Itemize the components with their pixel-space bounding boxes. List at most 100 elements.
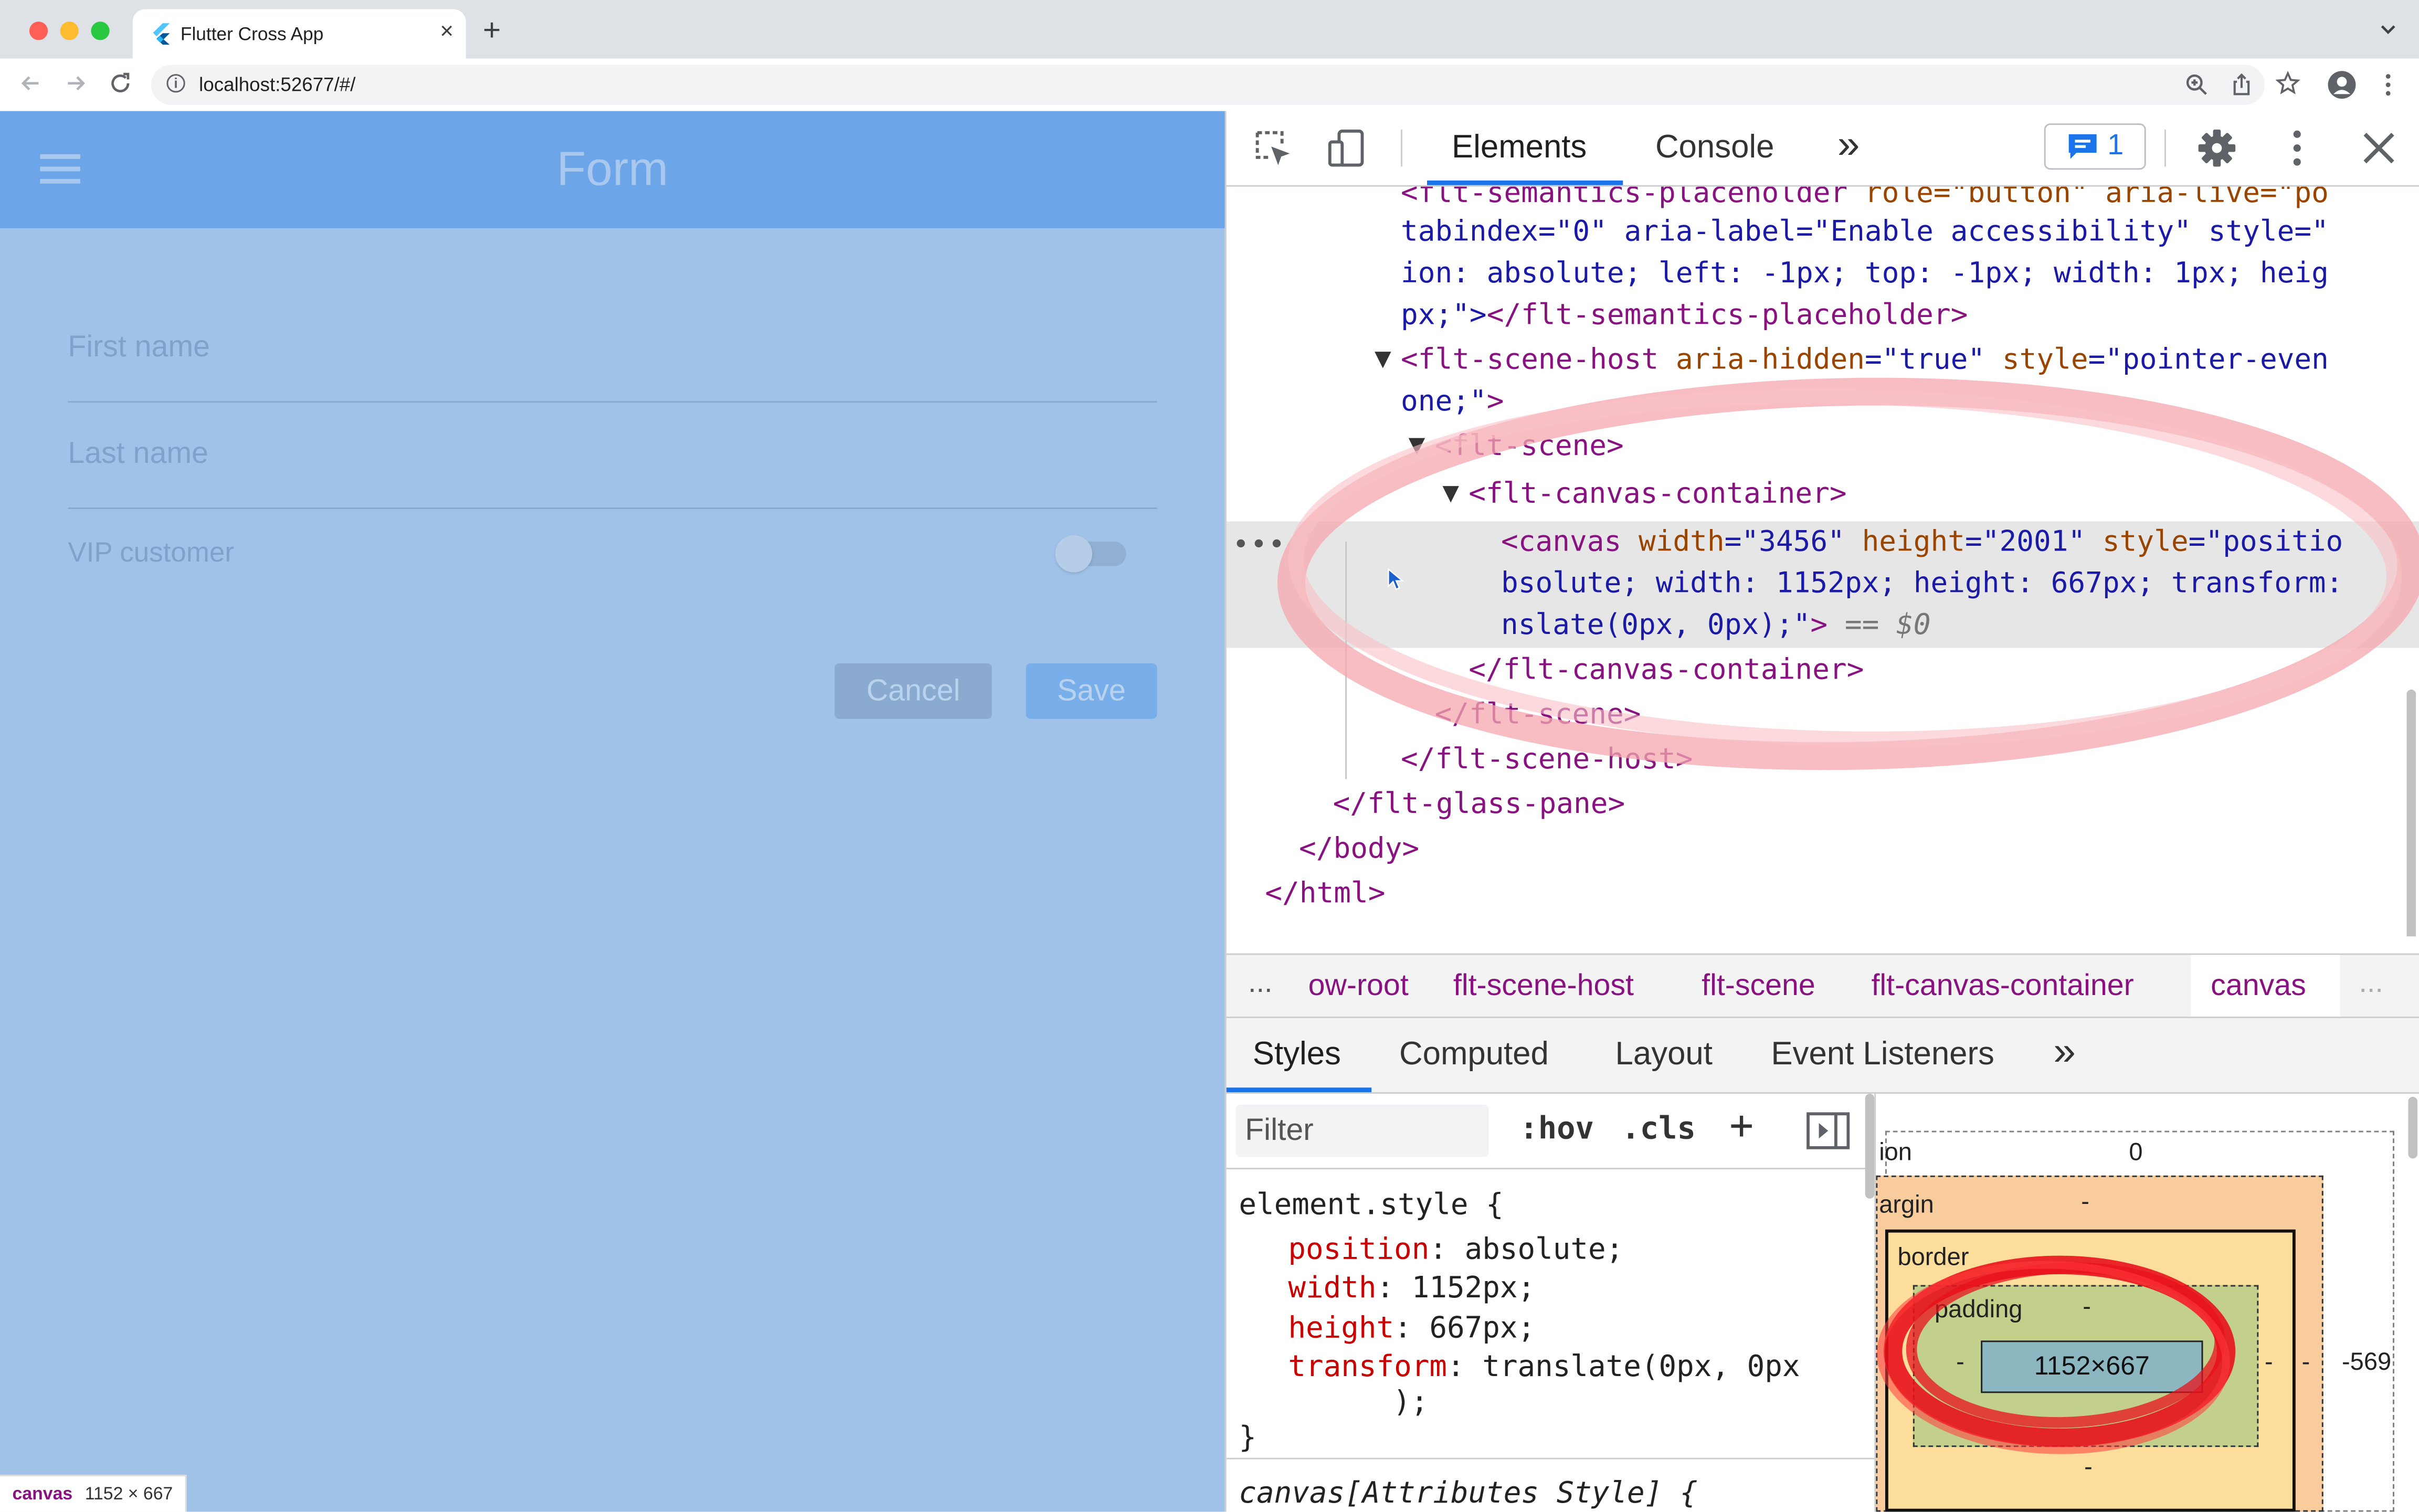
minimize-window-button[interactable] (60, 22, 79, 40)
dom-node-close-scene-host[interactable]: </flt-scene-host> (1401, 744, 1693, 778)
breadcrumb-scroll-left[interactable]: ... (1248, 967, 1273, 1001)
style-property-position[interactable]: position: absolute; (1288, 1231, 1623, 1270)
breadcrumb-flt-scene[interactable]: flt-scene (1702, 969, 1815, 1005)
chrome-menu-icon[interactable] (2376, 71, 2401, 99)
browser-tabstrip: Flutter Cross App × + (0, 0, 2419, 59)
box-model-margin-value[interactable]: - (2081, 1189, 2089, 1217)
box-model-padding-right[interactable]: - (2265, 1350, 2273, 1378)
new-tab-icon[interactable]: + (483, 15, 501, 46)
first-name-field[interactable]: First name (68, 330, 210, 366)
share-icon[interactable] (2229, 72, 2254, 97)
dom-node-line: tabindex="0" aria-label="Enable accessib… (1400, 216, 2329, 249)
tab-layout[interactable]: Layout (1615, 1037, 1713, 1074)
dom-node-close-glass-pane[interactable]: </flt-glass-pane> (1333, 788, 1625, 822)
styles-subtabs: Styles Computed Layout Event Listeners » (1226, 1018, 2419, 1094)
dom-node-canvas[interactable]: <canvas width="3456" height="2001" style… (1501, 526, 2343, 560)
device-toolbar-icon[interactable] (1325, 126, 1368, 170)
style-property-continuation: ); (1393, 1385, 1429, 1420)
dom-node-line: nslate(0px, 0px);"> == $0 (1501, 609, 1931, 642)
box-model-content-size[interactable]: 1152×667 (1981, 1340, 2203, 1393)
tab-computed[interactable]: Computed (1399, 1037, 1549, 1074)
box-model-border-label: border (1897, 1245, 1969, 1272)
box-model-scrollbar[interactable] (2408, 1096, 2418, 1159)
class-toggle[interactable]: .cls (1621, 1109, 1696, 1146)
devtools-panel: Elements Console » 1 <flt-semantics-plac… (1224, 111, 2419, 1512)
style-property-height[interactable]: height: 667px; (1288, 1310, 1535, 1348)
hover-state-toggle[interactable]: :hov (1519, 1109, 1594, 1146)
zoom-icon[interactable] (2184, 72, 2209, 97)
devtools-menu-icon[interactable] (2276, 126, 2319, 170)
dom-node-close-canvas-container[interactable]: </flt-canvas-container> (1469, 654, 1864, 688)
browser-tab[interactable]: Flutter Cross App × (132, 9, 466, 59)
expand-triangle-icon[interactable]: ▼ (1442, 481, 1459, 506)
dom-node-flt-canvas-container[interactable]: <flt-canvas-container> (1469, 478, 1846, 512)
inspect-element-icon[interactable] (1251, 126, 1294, 170)
flutter-logo-icon (153, 23, 170, 45)
back-arrow-icon[interactable] (18, 71, 43, 96)
more-subtabs-icon[interactable]: » (2053, 1028, 2076, 1075)
dom-node-close-flt-scene[interactable]: </flt-scene> (1435, 699, 1641, 733)
breadcrumb-flt-scene-host[interactable]: flt-scene-host (1453, 969, 1634, 1005)
close-tab-icon[interactable]: × (440, 18, 453, 46)
tab-console[interactable]: Console (1655, 130, 1774, 167)
box-model-border-right[interactable]: - (2302, 1350, 2310, 1378)
app-bar: Form (0, 111, 1225, 229)
bookmark-star-icon[interactable] (2275, 71, 2300, 96)
dom-node-close-body[interactable]: </body> (1299, 833, 1419, 867)
toggle-sidebar-icon[interactable] (1807, 1112, 1850, 1149)
breadcrumb-scroll-right[interactable]: ... (2359, 967, 2383, 1001)
site-info-icon[interactable]: i (166, 74, 185, 93)
tab-elements[interactable]: Elements (1452, 130, 1587, 167)
breadcrumb-canvas[interactable]: canvas (2211, 969, 2306, 1005)
vip-customer-label: VIP customer (68, 536, 234, 568)
close-window-button[interactable] (29, 22, 48, 40)
dom-node-close-html[interactable]: </html> (1265, 878, 1385, 912)
zoom-window-button[interactable] (91, 22, 110, 40)
tab-title: Flutter Cross App (180, 23, 324, 45)
box-model-padding-left[interactable]: - (1956, 1350, 1964, 1378)
box-model-position-right[interactable]: -569 (2342, 1350, 2391, 1378)
last-name-underline (68, 507, 1157, 510)
dom-node-flt-scene-host[interactable]: <flt-scene-host aria-hidden="true" style… (1401, 344, 2329, 378)
node-actions-icon[interactable]: ••• (1233, 529, 1286, 562)
breadcrumb-shadow-root[interactable]: ow-root (1308, 969, 1409, 1005)
tab-event-listeners[interactable]: Event Listeners (1771, 1037, 1994, 1074)
style-property-transform[interactable]: transform: translate(0px, 0px (1288, 1348, 1800, 1387)
dom-node-semantics-placeholder[interactable]: <flt-semantics-placeholder role="button"… (1401, 187, 2329, 212)
forward-arrow-icon[interactable] (64, 71, 88, 96)
box-model-position-value[interactable]: 0 (2129, 1140, 2142, 1168)
tab-styles[interactable]: Styles (1253, 1037, 1341, 1074)
more-tabs-icon[interactable]: » (1837, 120, 1860, 168)
style-rule-close: } (1239, 1421, 1257, 1455)
vip-customer-toggle[interactable] (1055, 535, 1129, 573)
styles-filter-input[interactable]: Filter (1235, 1104, 1489, 1157)
box-model-bottom-value[interactable]: - (2084, 1455, 2093, 1483)
profile-avatar-icon[interactable] (2328, 71, 2356, 99)
close-devtools-icon[interactable] (2357, 126, 2400, 170)
address-bar[interactable]: i localhost:52677/#/ (151, 65, 2265, 105)
last-name-field[interactable]: Last name (68, 437, 208, 472)
url-text[interactable]: localhost:52677/#/ (199, 74, 355, 96)
new-style-rule-icon[interactable]: + (1729, 1103, 1753, 1149)
issues-message-icon (2068, 134, 2097, 159)
breadcrumb-flt-canvas-container[interactable]: flt-canvas-container (1871, 969, 2133, 1005)
settings-gear-icon[interactable] (2195, 126, 2238, 170)
expand-triangle-icon[interactable]: ▼ (1375, 347, 1391, 372)
reload-icon[interactable] (108, 71, 133, 96)
save-button[interactable]: Save (1026, 663, 1157, 719)
dom-node-flt-scene[interactable]: <flt-scene> (1435, 430, 1624, 464)
box-model-padding-value[interactable]: - (2083, 1294, 2091, 1322)
tooltip-tag: canvas (12, 1485, 73, 1504)
dom-tree[interactable]: <flt-semantics-placeholder role="button"… (1226, 187, 2419, 937)
flutter-app-canvas[interactable]: Form First name Last name VIP customer C… (0, 111, 1225, 1512)
dom-vertical-scrollbar[interactable] (2406, 689, 2416, 937)
tab-search-chevron-icon[interactable] (2379, 20, 2397, 38)
dom-node-line: one;"> (1400, 385, 1504, 418)
first-name-underline (68, 401, 1157, 403)
styles-scrollbar[interactable] (1865, 1094, 1875, 1199)
style-property-width[interactable]: width: 1152px; (1288, 1270, 1535, 1308)
cancel-button[interactable]: Cancel (834, 663, 992, 719)
expand-triangle-icon[interactable]: ▼ (1409, 433, 1425, 458)
issues-button[interactable]: 1 (2044, 123, 2146, 170)
breadcrumb: ... ow-root flt-scene-host flt-scene flt… (1226, 953, 2419, 1019)
